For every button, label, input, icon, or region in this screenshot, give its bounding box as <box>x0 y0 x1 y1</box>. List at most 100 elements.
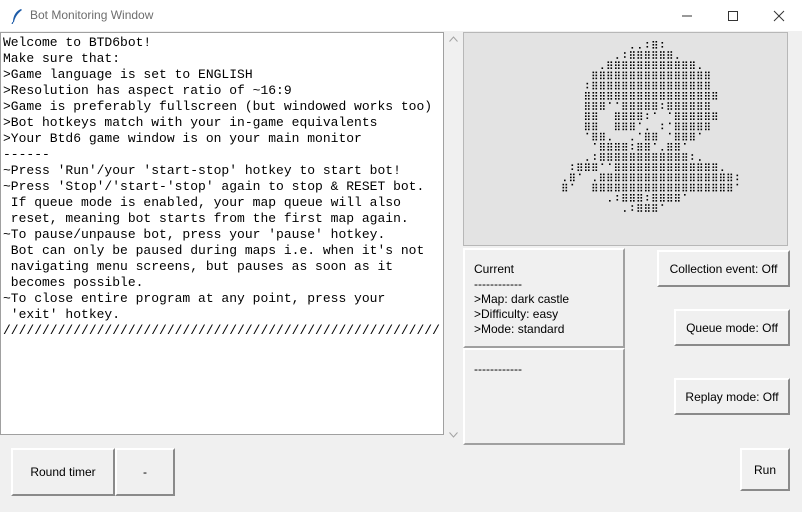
replay-mode-button[interactable]: Replay mode: Off <box>674 378 790 415</box>
logo-dot <box>640 207 643 209</box>
logo-dot <box>618 183 620 186</box>
logo-dot <box>637 92 640 94</box>
logo-dot <box>618 64 620 66</box>
logo-dot <box>573 179 575 182</box>
feather-icon <box>11 9 22 24</box>
instructions-log[interactable]: Welcome to BTD6bot! Make sure that: >Game … <box>0 32 444 435</box>
logo-dot <box>670 194 673 196</box>
logo-dot <box>637 176 640 179</box>
logo-dot <box>607 186 610 189</box>
logo-dot <box>645 135 647 138</box>
logo-dot <box>690 87 692 90</box>
logo-dot <box>708 105 710 107</box>
logo-dot <box>586 159 589 161</box>
maximize-button[interactable] <box>710 0 756 31</box>
logo-dot <box>678 92 680 94</box>
logo-dot <box>682 159 685 161</box>
logo-dot <box>618 95 620 97</box>
logo-dot <box>625 98 628 100</box>
logo-dot <box>675 149 677 151</box>
logo-dot <box>652 179 655 182</box>
logo-dot <box>640 173 643 176</box>
logo-dot <box>708 102 710 104</box>
logo-dot <box>652 194 655 196</box>
logo-dot <box>685 176 688 179</box>
logo-dot <box>615 128 617 131</box>
log-scrollbar[interactable] <box>445 32 462 444</box>
logo-dot <box>622 169 625 171</box>
log-line: ------ <box>3 147 50 162</box>
queue-mode-button[interactable]: Queue mode: Off <box>674 309 790 346</box>
logo-dot <box>645 169 647 171</box>
logo-dot <box>607 95 610 97</box>
logo-dot <box>705 81 707 84</box>
logo-dot <box>685 92 688 94</box>
logo-dot <box>655 186 658 189</box>
logo-dot <box>645 210 647 212</box>
logo-dot <box>603 95 605 97</box>
logo-dot <box>678 189 680 192</box>
logo-dot <box>697 112 700 114</box>
logo-dot <box>685 128 688 131</box>
logo-dot <box>700 125 703 128</box>
logo-dot <box>708 71 710 74</box>
title-bar[interactable]: Bot Monitoring Window <box>0 0 802 31</box>
scroll-up-icon[interactable] <box>449 36 458 42</box>
minimize-icon <box>682 15 692 17</box>
minimize-button[interactable] <box>664 0 710 31</box>
logo-dot <box>633 57 635 59</box>
logo-dot <box>708 92 710 94</box>
logo-dot <box>607 176 610 179</box>
logo-dot <box>685 77 688 80</box>
logo-dot <box>652 207 655 209</box>
logo-dot <box>610 77 613 80</box>
logo-dot <box>588 169 590 171</box>
logo-dot <box>645 98 647 100</box>
logo-dot <box>682 95 685 97</box>
logo-dot <box>678 71 680 74</box>
logo-dot <box>588 98 590 100</box>
logo-dot <box>603 176 605 179</box>
logo-dot <box>715 189 718 192</box>
logo-dot <box>592 112 595 114</box>
logo-dot <box>697 118 700 120</box>
logo-dot <box>622 92 625 94</box>
logo-dot <box>631 47 634 49</box>
logo-dot <box>645 173 647 176</box>
run-button[interactable]: Run <box>740 448 790 491</box>
logo-dot <box>705 115 707 117</box>
logo-dot <box>588 118 590 120</box>
close-button[interactable] <box>756 0 802 31</box>
log-line: >Resolution has aspect ratio of ~16:9 <box>3 83 292 98</box>
logo-dot <box>705 125 707 128</box>
logo-dot <box>630 112 632 114</box>
logo-dot <box>670 179 673 182</box>
logo-dot <box>637 54 640 56</box>
logo-dot <box>685 186 688 189</box>
logo-dot <box>618 128 620 131</box>
logo-dot <box>585 169 587 171</box>
logo-dot <box>667 169 670 171</box>
logo-dot <box>595 186 598 189</box>
logo-dot <box>670 169 673 171</box>
logo-dot <box>678 159 680 161</box>
logo-dot <box>618 163 620 165</box>
logo-dot <box>607 71 610 74</box>
collection-event-button[interactable]: Collection event: Off <box>657 250 790 287</box>
logo-dot <box>667 200 670 202</box>
scroll-down-icon[interactable] <box>449 432 458 438</box>
logo-dot <box>678 87 680 90</box>
logo-dot <box>712 166 715 168</box>
logo-dot <box>727 183 730 186</box>
logo-dot <box>652 204 655 206</box>
logo-dot <box>715 179 718 182</box>
logo-dot <box>633 200 635 202</box>
logo-dot <box>682 102 685 104</box>
logo-dot <box>700 128 703 131</box>
logo-dot <box>630 77 632 80</box>
round-timer-value: - <box>115 448 175 496</box>
logo-dot <box>667 77 670 80</box>
logo-dot <box>700 74 703 77</box>
logo-dot <box>618 186 620 189</box>
logo-dot <box>585 115 587 117</box>
